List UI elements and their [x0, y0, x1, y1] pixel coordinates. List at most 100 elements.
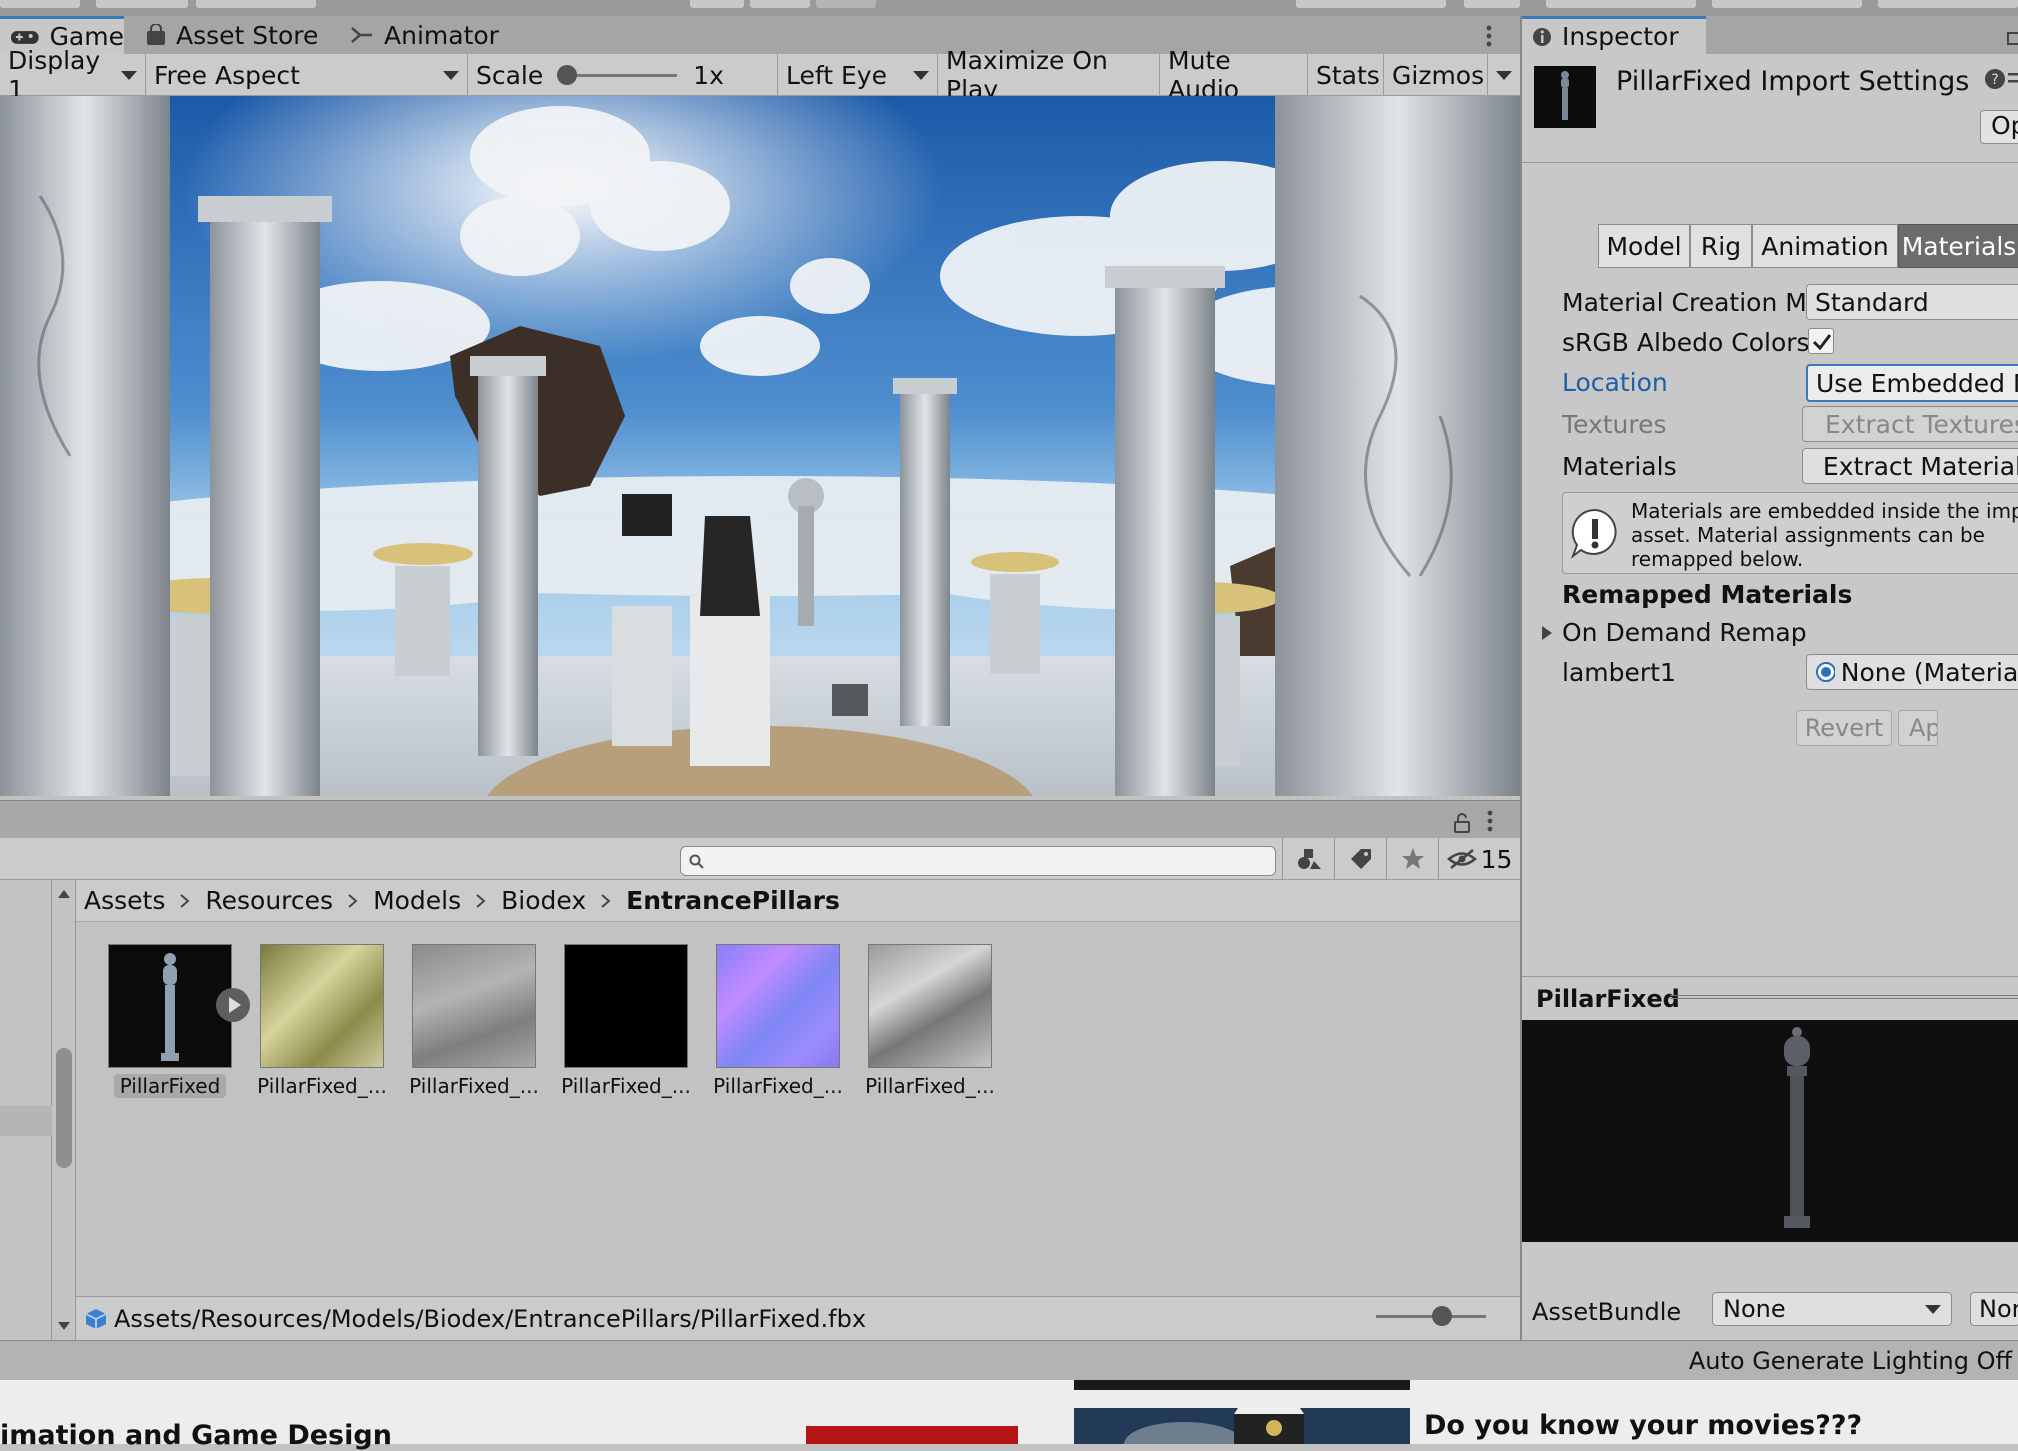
- top-button[interactable]: [196, 0, 316, 8]
- top-button[interactable]: [1464, 0, 1520, 8]
- scroll-down-icon[interactable]: [58, 1322, 70, 1332]
- gizmos-label: Gizmos: [1392, 60, 1485, 90]
- lambert1-value: None (Material): [1840, 657, 2018, 687]
- asset-label: PillarFixed_...: [257, 1074, 387, 1098]
- mute-audio-toggle[interactable]: Mute Audio: [1160, 46, 1308, 104]
- hidden-count: 15: [1480, 844, 1513, 874]
- breadcrumb-item[interactable]: Assets: [84, 886, 165, 915]
- gizmos-toggle[interactable]: Gizmos: [1384, 54, 1488, 96]
- presets-icon[interactable]: [2008, 70, 2018, 88]
- lock-icon[interactable]: [2006, 24, 2018, 46]
- top-button[interactable]: [1878, 0, 2018, 8]
- favorites-button[interactable]: [1386, 838, 1438, 880]
- revert-button[interactable]: Revert: [1796, 710, 1892, 746]
- top-button[interactable]: [1546, 0, 1696, 8]
- chevron-down-icon: [913, 70, 929, 80]
- folder-tree-scrollbar[interactable]: [52, 880, 76, 1340]
- kebab-menu-icon[interactable]: [1486, 24, 1492, 48]
- extract-textures-button[interactable]: Extract Textures.: [1802, 406, 2018, 442]
- breadcrumb-item[interactable]: Resources: [205, 886, 333, 915]
- lighting-status[interactable]: Auto Generate Lighting Off: [1689, 1347, 2012, 1375]
- thumbnail-size-thumb[interactable]: [1432, 1306, 1452, 1326]
- asset-thumbnail: [412, 944, 536, 1068]
- top-button[interactable]: [96, 0, 188, 8]
- breadcrumb-item[interactable]: Models: [373, 886, 461, 915]
- expand-asset-button[interactable]: [216, 988, 250, 1022]
- maximize-on-play-toggle[interactable]: Maximize On Play: [938, 46, 1160, 104]
- project-folder-tree[interactable]: [0, 880, 52, 1340]
- location-dropdown[interactable]: Use Embedded Ma: [1806, 364, 2018, 402]
- top-button[interactable]: [690, 0, 744, 8]
- thumbnail-size-slider[interactable]: [1376, 1306, 1486, 1326]
- tab-materials[interactable]: Materials: [1898, 224, 2018, 268]
- pillar-preview-image: [1784, 1027, 1810, 1228]
- lock-icon[interactable]: [1453, 813, 1471, 833]
- material-creation-dropdown[interactable]: Standard: [1806, 284, 2018, 320]
- lambert1-object-field[interactable]: None (Material): [1806, 654, 2018, 690]
- type-filter-icon: [1297, 849, 1321, 869]
- extract-materials-button[interactable]: Extract Materials: [1802, 448, 2018, 484]
- asset-label: PillarFixed: [94, 1074, 246, 1098]
- tab-rig[interactable]: Rig: [1690, 224, 1752, 268]
- project-panel-header: [0, 800, 1520, 838]
- top-button[interactable]: [816, 0, 876, 8]
- aspect-dropdown[interactable]: Free Aspect: [146, 54, 468, 96]
- game-scene-image: [0, 96, 1520, 796]
- top-button[interactable]: [0, 0, 80, 8]
- search-icon: [689, 854, 704, 869]
- eye-value: Left Eye: [786, 60, 887, 90]
- eye-dropdown[interactable]: Left Eye: [778, 54, 938, 96]
- bag-icon: [147, 24, 165, 45]
- on-demand-remap-foldout[interactable]: On Demand Remap: [1562, 618, 1807, 647]
- info-box: Materials are embedded inside the impor …: [1562, 492, 2018, 574]
- tab-animator-label: Animator: [384, 20, 499, 50]
- browser-red-button[interactable]: [806, 1426, 1018, 1444]
- search-input[interactable]: [680, 846, 1276, 876]
- assetbundle-variant-dropdown[interactable]: Nor: [1970, 1292, 2018, 1326]
- filter-by-label-button[interactable]: [1334, 838, 1386, 880]
- model-preview[interactable]: [1522, 1020, 2018, 1242]
- gizmos-dropdown[interactable]: [1488, 54, 1520, 96]
- inspector-panel: PillarFixed Import Settings ? Op Model R…: [1520, 54, 2018, 1340]
- folder-tree-selection: [0, 1106, 52, 1136]
- breadcrumb-item[interactable]: Biodex: [501, 886, 586, 915]
- browser-movie-title[interactable]: Do you know your movies???: [1424, 1410, 1862, 1441]
- tab-asset-store[interactable]: Asset Store: [136, 16, 336, 54]
- tab-animation[interactable]: Animation: [1752, 224, 1898, 268]
- srgb-albedo-checkbox[interactable]: [1808, 328, 1834, 354]
- preview-drag-handle[interactable]: [1670, 995, 2018, 999]
- scrollbar-thumb[interactable]: [56, 1048, 72, 1168]
- tab-inspector[interactable]: Inspector: [1522, 16, 1706, 54]
- top-button[interactable]: [1296, 0, 1446, 8]
- top-button[interactable]: [1712, 0, 1862, 8]
- open-button[interactable]: Op: [1980, 110, 2018, 144]
- asset-thumbnail: [868, 944, 992, 1068]
- assetbundle-dropdown[interactable]: None: [1712, 1292, 1952, 1326]
- hidden-packages-toggle[interactable]: 15: [1438, 838, 1520, 880]
- filter-by-type-button[interactable]: [1282, 838, 1334, 880]
- stats-label: Stats: [1316, 60, 1380, 90]
- asset-preview-thumbnail: [1534, 66, 1596, 128]
- animator-icon: [351, 27, 372, 43]
- asset-label: PillarFixed_...: [713, 1074, 843, 1098]
- tab-model[interactable]: Model: [1598, 224, 1690, 268]
- top-button[interactable]: [750, 0, 810, 8]
- kebab-menu-icon[interactable]: [1487, 809, 1493, 833]
- help-icon[interactable]: ?: [1984, 68, 2006, 90]
- stats-toggle[interactable]: Stats: [1308, 54, 1384, 96]
- scale-slider-thumb[interactable]: [557, 65, 578, 85]
- tab-animator[interactable]: Animator: [340, 16, 510, 54]
- breadcrumb-current[interactable]: EntrancePillars: [626, 886, 840, 915]
- scale-slider[interactable]: [557, 65, 678, 85]
- scale-value: 1x: [693, 60, 724, 90]
- scroll-up-icon[interactable]: [58, 888, 70, 898]
- display-dropdown[interactable]: Display 1: [0, 46, 146, 104]
- location-value: Use Embedded Ma: [1816, 368, 2018, 398]
- warning-speech-icon: [1570, 508, 1617, 559]
- movie-thumbnail[interactable]: [1074, 1408, 1410, 1444]
- foldout-arrow-icon[interactable]: [1540, 624, 1554, 642]
- game-view[interactable]: [0, 96, 1520, 796]
- browser-left-text[interactable]: imation and Game Design: [0, 1420, 392, 1451]
- apply-button[interactable]: Ap: [1898, 710, 1938, 746]
- textures-label: Textures: [1562, 410, 1667, 439]
